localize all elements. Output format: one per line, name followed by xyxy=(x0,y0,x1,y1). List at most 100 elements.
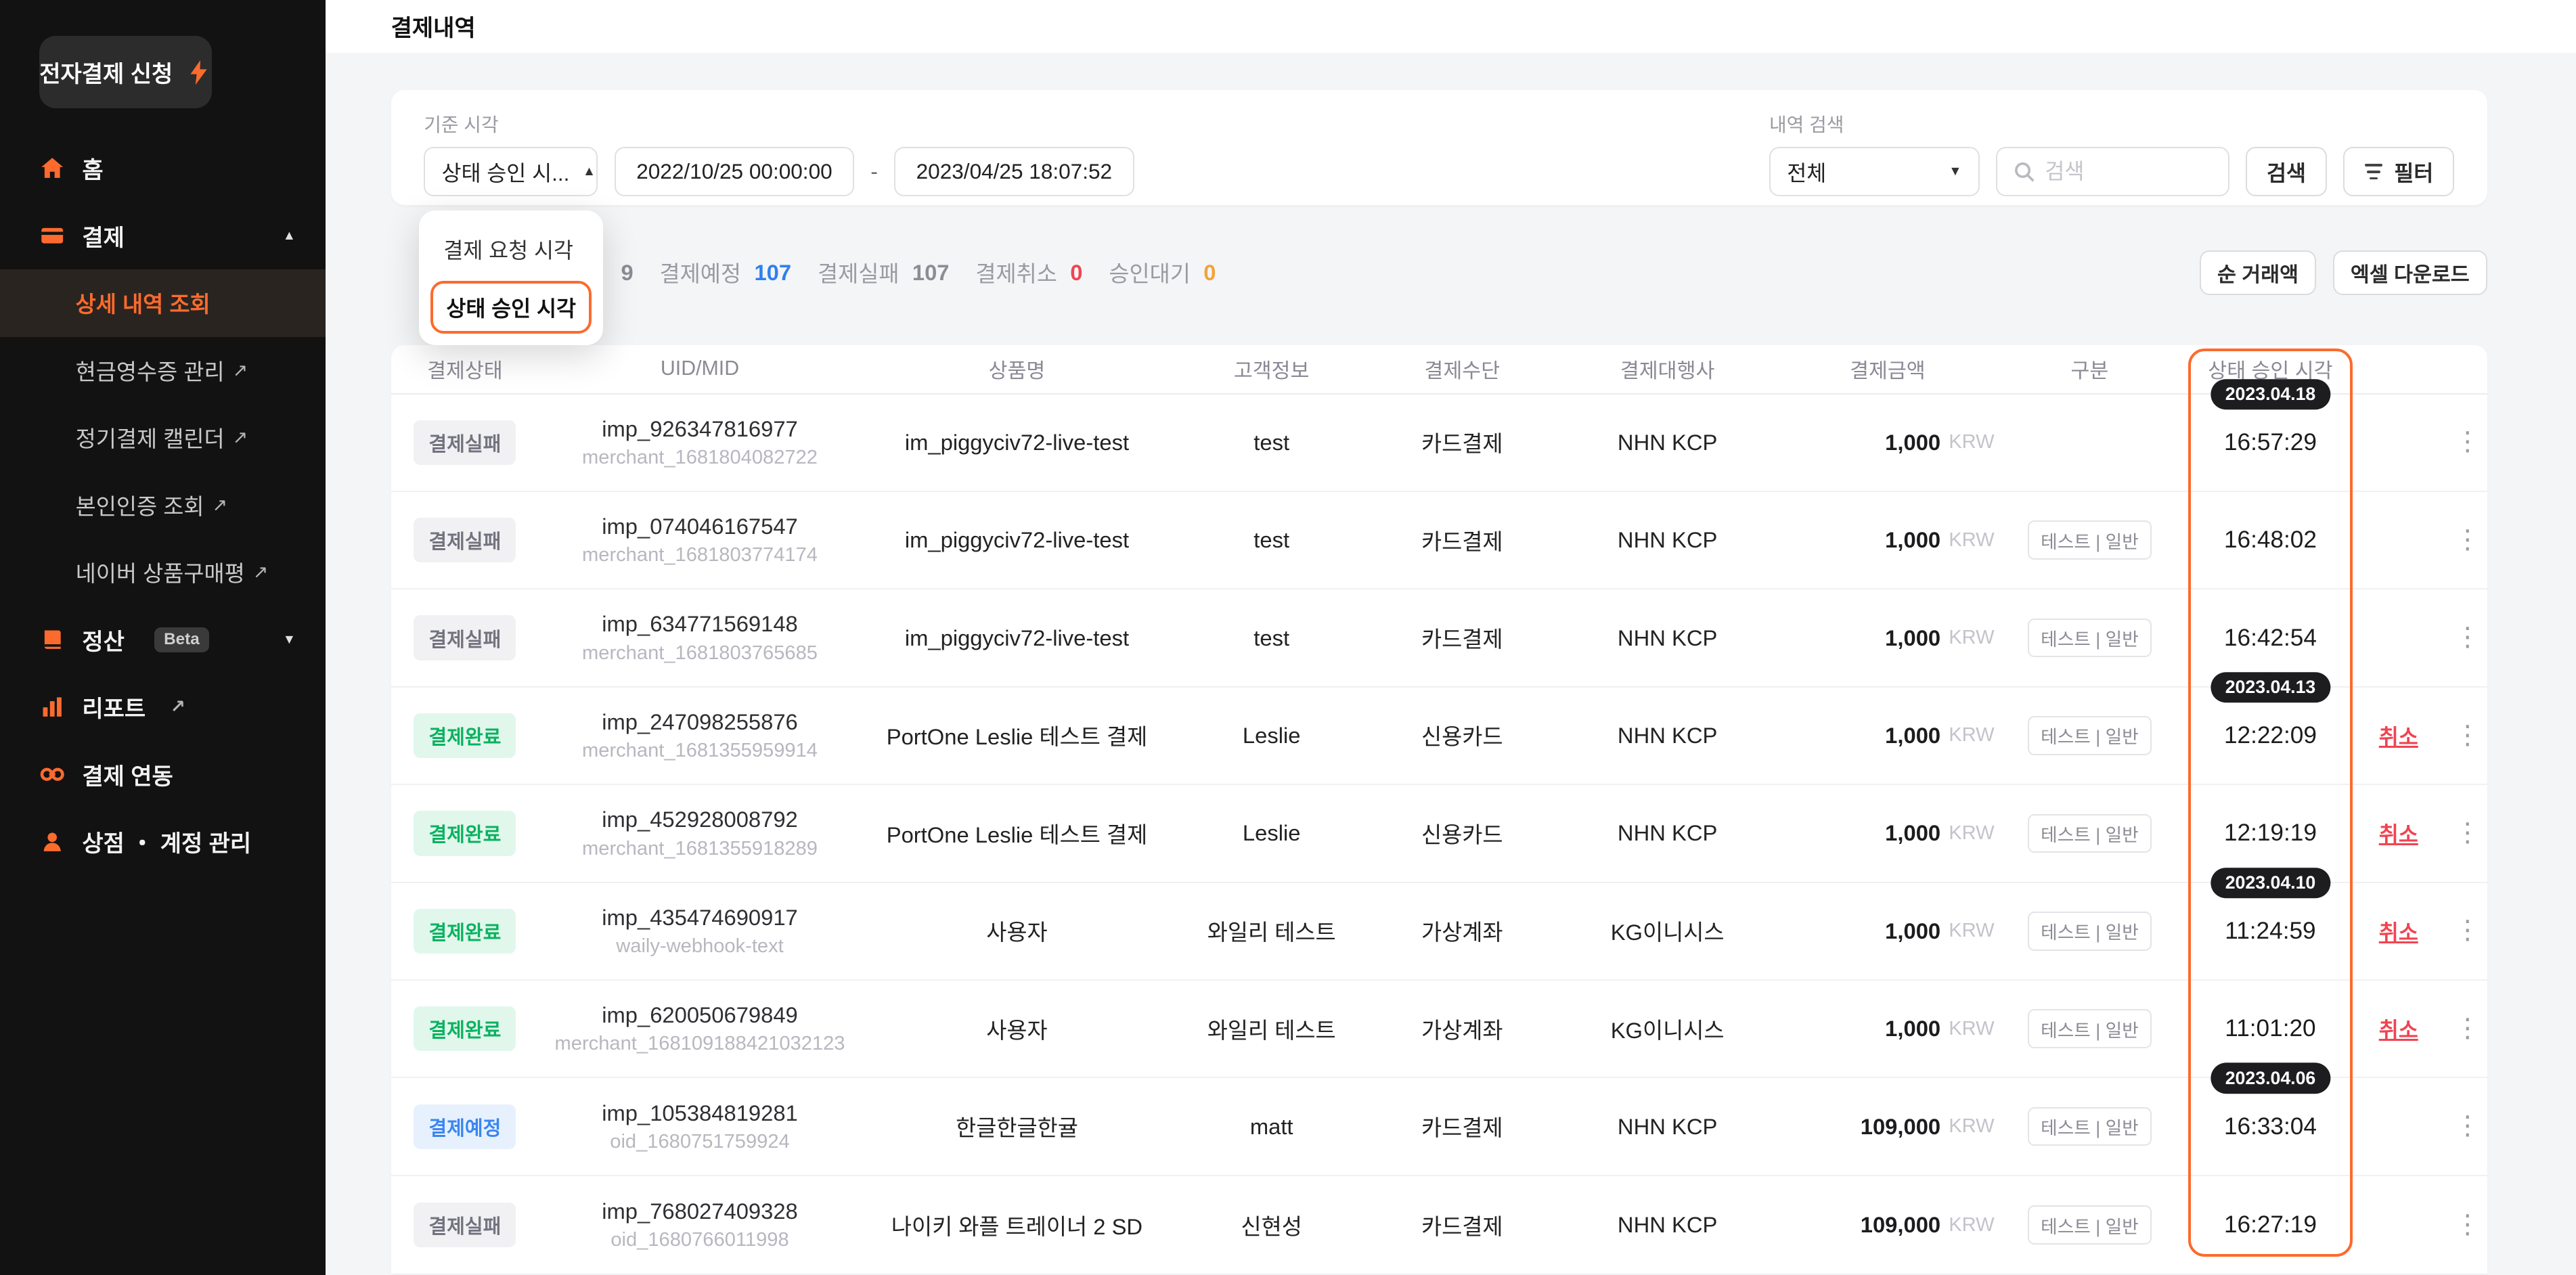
sidebar-item-cash-receipt[interactable]: 현금영수증 관리 ↗ xyxy=(0,337,326,405)
product-name: im_piggyciv72-live-test xyxy=(905,625,1129,651)
col-header-pg: 결제대행사 xyxy=(1554,354,1781,384)
sidebar-item-payments[interactable]: 결제 ▲ xyxy=(0,202,326,270)
search-button[interactable]: 검색 xyxy=(2246,147,2327,196)
amount-value: 1,000 xyxy=(1885,820,1940,846)
payment-uid: imp_074046167547 xyxy=(602,514,798,539)
sidebar-item-label: 결제 xyxy=(82,219,125,252)
approved-time-cell: 16:42:54 xyxy=(2192,625,2349,652)
kebab-menu-icon[interactable]: ⋮ xyxy=(2454,1113,2481,1140)
search-scope-select[interactable]: 전체 ▼ xyxy=(1769,147,1980,196)
cancel-link[interactable]: 취소 xyxy=(2379,916,2418,947)
col-header-division: 구분 xyxy=(1995,354,2185,384)
division-badge: 테스트 | 일반 xyxy=(2028,520,2152,560)
currency-label: KRW xyxy=(1949,724,1994,746)
table-row[interactable]: 2023.04.18결제실패imp_926347816977merchant_1… xyxy=(391,395,2487,492)
table-row[interactable]: 2023.04.10결제완료imp_435474690917waily-webh… xyxy=(391,883,2487,981)
amount-value: 1,000 xyxy=(1885,430,1940,455)
more-cell: ⋮ xyxy=(2448,625,2487,651)
status-tab-cancelled[interactable]: 결제취소0 xyxy=(975,256,1082,288)
customer-cell: Leslie xyxy=(1173,723,1370,748)
kebab-menu-icon[interactable]: ⋮ xyxy=(2454,820,2481,847)
excel-download-button[interactable]: 엑셀 다운로드 xyxy=(2333,250,2487,295)
method-cell: 신용카드 xyxy=(1370,719,1554,751)
kebab-menu-icon[interactable]: ⋮ xyxy=(2454,1212,2481,1238)
search-box xyxy=(1996,147,2229,196)
uid-cell: imp_620050679849merchant_168109188421032… xyxy=(539,1002,861,1055)
net-amount-button[interactable]: 순 거래액 xyxy=(2200,250,2317,295)
date-to-input[interactable]: 2023/04/25 18:07:52 xyxy=(894,147,1134,196)
merchant-uid: merchant_1681355918289 xyxy=(582,838,818,860)
table-row[interactable]: 결제실패imp_634771569148merchant_16818037656… xyxy=(391,589,2487,687)
status-badge: 결제실패 xyxy=(414,518,516,562)
kebab-menu-icon[interactable]: ⋮ xyxy=(2454,429,2481,455)
search-filter-group: 내역 검색 전체 ▼ 검색 xyxy=(1769,110,2454,196)
cancel-link[interactable]: 취소 xyxy=(2379,720,2418,751)
table-row[interactable]: 결제완료imp_620050679849merchant_16810918842… xyxy=(391,981,2487,1078)
cancel-cell: 취소 xyxy=(2349,720,2448,751)
search-scope-value: 전체 xyxy=(1787,156,1826,187)
time-type-select[interactable]: 상태 승인 시... ▲ xyxy=(424,147,598,196)
table-row[interactable]: 결제실패imp_768027409328oid_1680766011998나이키… xyxy=(391,1176,2487,1274)
merchant-uid: merchant_1681803765685 xyxy=(582,642,818,665)
currency-label: KRW xyxy=(1949,1214,1994,1236)
status-badge: 결제완료 xyxy=(414,811,516,855)
pg-cell: NHN KCP xyxy=(1554,1114,1781,1140)
dropdown-option-approval-time[interactable]: 상태 승인 시각 xyxy=(430,281,592,334)
dropdown-option-request-time[interactable]: 결제 요청 시각 xyxy=(430,222,592,276)
search-input[interactable] xyxy=(2045,159,2211,184)
pg-provider: NHN KCP xyxy=(1618,625,1717,651)
date-from-input[interactable]: 2022/10/25 00:00:00 xyxy=(615,147,854,196)
date-chip: 2023.04.10 xyxy=(2211,868,2330,899)
approved-time-cell: 16:27:19 xyxy=(2192,1211,2349,1238)
table-row[interactable]: 결제실패imp_074046167547merchant_16818037741… xyxy=(391,492,2487,589)
sidebar-item-naver-reviews[interactable]: 네이버 상품구매평 ↗ xyxy=(0,539,326,606)
sidebar-item-store-account[interactable]: 상점 ・ 계정 관리 xyxy=(0,808,326,876)
product-name: 사용자 xyxy=(986,1013,1047,1045)
approved-time-cell: 16:48:02 xyxy=(2192,527,2349,554)
amount-value: 1,000 xyxy=(1885,625,1940,651)
sidebar-item-subscription-calendar[interactable]: 정기결제 캘린더 ↗ xyxy=(0,404,326,472)
uid-cell: imp_926347816977merchant_1681804082722 xyxy=(539,416,861,469)
table-row[interactable]: 결제완료imp_452928008792merchant_16813559182… xyxy=(391,785,2487,882)
filter-button[interactable]: 필터 xyxy=(2343,147,2454,196)
customer-info: test xyxy=(1253,625,1289,651)
pg-cell: KG이니시스 xyxy=(1554,915,1781,947)
division-cell: 테스트 | 일반 xyxy=(1995,716,2185,755)
status-tab-scheduled[interactable]: 결제예정107 xyxy=(660,256,792,288)
sidebar-item-integration[interactable]: 결제 연동 xyxy=(0,741,326,809)
e-payment-apply-button[interactable]: 전자결제 신청 xyxy=(39,36,212,108)
status-tab-failed[interactable]: 결제실패107 xyxy=(818,256,950,288)
table-row[interactable]: 2023.04.06결제예정imp_105384819281oid_168075… xyxy=(391,1078,2487,1176)
merchant-uid: merchant_168109188421032123 xyxy=(555,1033,845,1055)
sidebar-item-detail-history[interactable]: 상세 내역 조회 xyxy=(0,269,326,337)
pg-provider: NHN KCP xyxy=(1618,723,1717,748)
sidebar-item-identity-verification[interactable]: 본인인증 조회 ↗ xyxy=(0,472,326,539)
status-tab[interactable]: 9 xyxy=(608,260,634,286)
kebab-menu-icon[interactable]: ⋮ xyxy=(2454,918,2481,944)
table-row[interactable]: 2023.04.13결제완료imp_247098255876merchant_1… xyxy=(391,688,2487,785)
content-area: 기준 시각 상태 승인 시... ▲ 2022/10/25 00:00:00 -… xyxy=(326,53,2576,1275)
payment-method: 카드결제 xyxy=(1421,426,1503,458)
sidebar-item-report[interactable]: 리포트 ↗ xyxy=(0,673,326,741)
kebab-menu-icon[interactable]: ⋮ xyxy=(2454,625,2481,651)
more-cell: ⋮ xyxy=(2448,429,2487,455)
time-filter-label: 기준 시각 xyxy=(424,110,1134,137)
time-type-dropdown: 결제 요청 시각 상태 승인 시각 xyxy=(419,210,603,345)
currency-label: KRW xyxy=(1949,627,1994,649)
sidebar-item-settlement[interactable]: 정산 Beta ▼ xyxy=(0,606,326,674)
more-cell: ⋮ xyxy=(2448,820,2487,847)
cancel-link[interactable]: 취소 xyxy=(2379,818,2418,849)
kebab-menu-icon[interactable]: ⋮ xyxy=(2454,527,2481,554)
kebab-menu-icon[interactable]: ⋮ xyxy=(2454,723,2481,749)
payment-uid: imp_247098255876 xyxy=(602,709,798,735)
method-cell: 신용카드 xyxy=(1370,818,1554,849)
kebab-menu-icon[interactable]: ⋮ xyxy=(2454,1016,2481,1042)
cancel-link[interactable]: 취소 xyxy=(2379,1013,2418,1044)
sidebar-sub-label: 정기결제 캘린더 xyxy=(76,422,225,453)
sidebar-sub-label: 본인인증 조회 xyxy=(76,489,204,521)
table-body: 2023.04.18결제실패imp_926347816977merchant_1… xyxy=(391,395,2487,1274)
date-range-separator: - xyxy=(870,159,878,184)
sidebar-item-home[interactable]: 홈 xyxy=(0,135,326,202)
status-tab-pending[interactable]: 승인대기0 xyxy=(1109,256,1216,288)
division-badge: 테스트 | 일반 xyxy=(2028,1107,2152,1146)
